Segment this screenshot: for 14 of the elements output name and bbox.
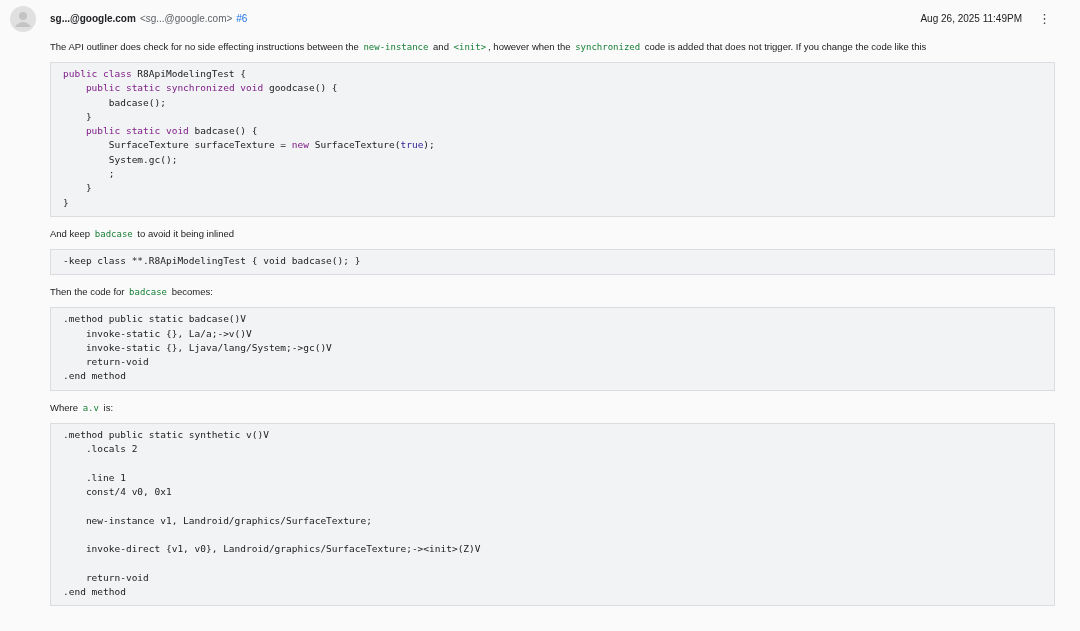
paragraph: The API outliner does check for no side effecting instructions between the new-instance and <init> , however when the synchronized code is added that does not trigger. If you change the code like this (50, 40, 928, 54)
code-block: -keep class **.R8ApiModelingTest { void badcase(); } (50, 248, 1055, 276)
paragraph: And keep badcase to avoid it being inlined (50, 226, 236, 241)
code-block: .method public static badcase()V invoke-static {}, La/a;->v()V invoke-static {}, Ljava/lang/System;->gc()V return-void .end method (50, 307, 1055, 391)
author-email: <sg...@google.com> (139, 12, 233, 24)
comment-link[interactable]: #6 (236, 12, 248, 24)
paragraph: Then the code for badcase becomes: (50, 285, 214, 300)
code-block: .method public static synthetic v()V .locals 2 .line 1 const/4 v0, 0x1 new-instance v1, Landroid/graphics/SurfaceTexture; invoke-direct {v1, v0}, Landroid/graphics/SurfaceTexture;-><init>(Z)V return-void .end method (50, 422, 1055, 607)
code-block: public class R8ApiModelingTest { public static synchronized void goodcase() { badcase(); } public static void badcase() { SurfaceTexture surfaceTexture = new SurfaceTexture(true); System.gc(); ; } } (50, 62, 1055, 217)
comment-date: Aug 26, 2025 11:49PM (920, 12, 1022, 24)
avatar-icon (10, 6, 36, 32)
more-menu-button[interactable]: ⋮ (1034, 10, 1055, 26)
paragraph: Where a.v is: (50, 400, 115, 415)
author-name: sg...@google.com (50, 12, 136, 24)
